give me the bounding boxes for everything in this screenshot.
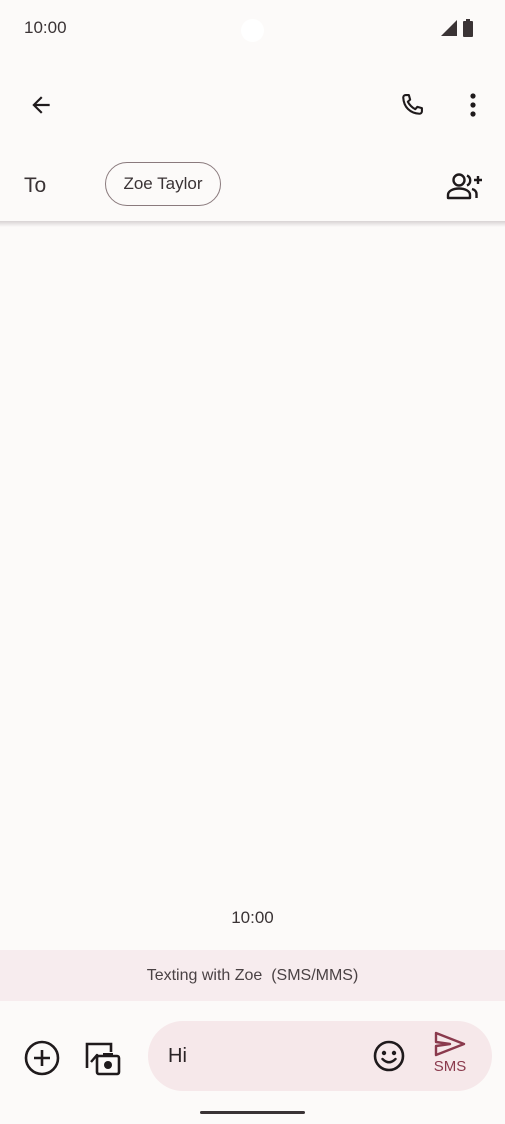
message-timestamp: 10:00 bbox=[231, 908, 274, 927]
status-time: 10:00 bbox=[24, 18, 67, 37]
status-bar: 10:00 bbox=[0, 0, 505, 58]
gallery-camera-icon bbox=[85, 1042, 121, 1076]
status-icons bbox=[441, 19, 473, 37]
sms-mode-banner: Texting with Zoe (SMS/MMS) bbox=[0, 950, 505, 1001]
send-mode-label: SMS bbox=[433, 1058, 467, 1075]
compose-row: Hi SMS bbox=[0, 1018, 505, 1094]
more-vert-icon bbox=[470, 93, 476, 117]
back-button[interactable] bbox=[17, 81, 65, 129]
call-button[interactable] bbox=[388, 81, 436, 129]
header-divider bbox=[0, 221, 505, 227]
recipient-row: To Zoe Taylor bbox=[0, 150, 505, 222]
to-label: To bbox=[24, 174, 47, 197]
gesture-nav-handle[interactable] bbox=[200, 1111, 305, 1114]
top-app-bar bbox=[0, 70, 505, 140]
send-icon bbox=[434, 1031, 466, 1057]
add-circle-icon bbox=[24, 1040, 60, 1076]
signal-icon bbox=[441, 20, 457, 36]
emoji-button[interactable] bbox=[365, 1032, 413, 1080]
phone-icon bbox=[402, 94, 423, 115]
gallery-button[interactable] bbox=[79, 1034, 127, 1082]
emoji-icon bbox=[373, 1040, 405, 1072]
message-input[interactable]: Hi bbox=[168, 1045, 187, 1068]
add-recipient-button[interactable] bbox=[440, 162, 488, 210]
camera-cutout bbox=[241, 19, 264, 42]
battery-icon bbox=[463, 19, 473, 37]
send-button[interactable]: SMS bbox=[424, 1031, 476, 1083]
attach-button[interactable] bbox=[18, 1034, 66, 1082]
more-options-button[interactable] bbox=[449, 81, 497, 129]
arrow-left-icon bbox=[32, 96, 50, 114]
recipient-chip[interactable]: Zoe Taylor bbox=[105, 162, 221, 206]
recipient-chip-label: Zoe Taylor bbox=[123, 174, 203, 193]
person-add-icon bbox=[446, 173, 482, 200]
message-compose-box[interactable]: Hi SMS bbox=[148, 1021, 492, 1091]
sms-mode-text: Texting with Zoe (SMS/MMS) bbox=[146, 966, 359, 984]
